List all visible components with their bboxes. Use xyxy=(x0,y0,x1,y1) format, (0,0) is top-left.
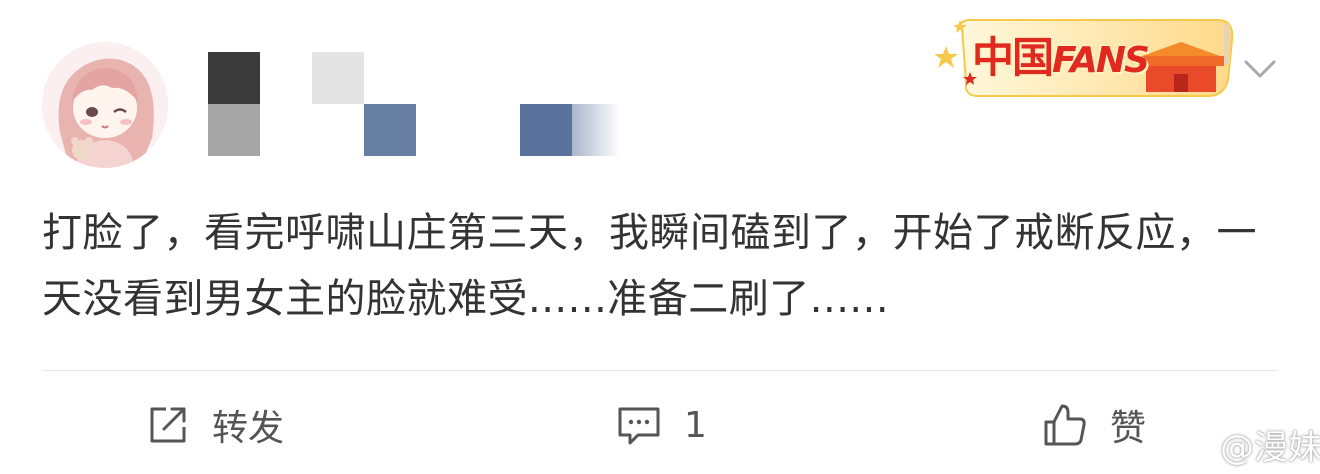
avatar[interactable] xyxy=(42,42,168,168)
badge-text-cn: 中国 xyxy=(972,33,1054,82)
badge-label: 中国FANS xyxy=(972,24,1150,85)
watermark: @漫妹 xyxy=(1182,420,1320,469)
watermark-text: @漫妹 xyxy=(1220,428,1320,468)
badge-text-en: FANS xyxy=(1052,40,1150,81)
avatar-image xyxy=(42,42,168,168)
comment-icon xyxy=(618,407,660,445)
china-fans-badge[interactable]: 中国FANS xyxy=(928,10,1238,102)
repost-label: 转发 xyxy=(212,408,285,449)
username-mosaic[interactable] xyxy=(208,52,628,158)
like-label: 赞 xyxy=(1110,408,1147,449)
repost-icon xyxy=(150,407,186,443)
post-content: 打脸了，看完呼啸山庄第三天，我瞬间磕到了，开始了戒断反应，一天没看到男女主的脸就… xyxy=(42,210,1257,322)
weibo-logo-icon xyxy=(1182,434,1214,458)
comment-button[interactable]: 1 xyxy=(616,400,707,450)
chevron-down-icon[interactable] xyxy=(1240,54,1280,84)
like-button[interactable]: 赞 xyxy=(1042,400,1146,450)
thumbs-up-icon xyxy=(1044,404,1086,446)
comment-count: 1 xyxy=(684,404,707,446)
divider xyxy=(42,370,1278,371)
repost-button[interactable]: 转发 xyxy=(146,400,284,450)
